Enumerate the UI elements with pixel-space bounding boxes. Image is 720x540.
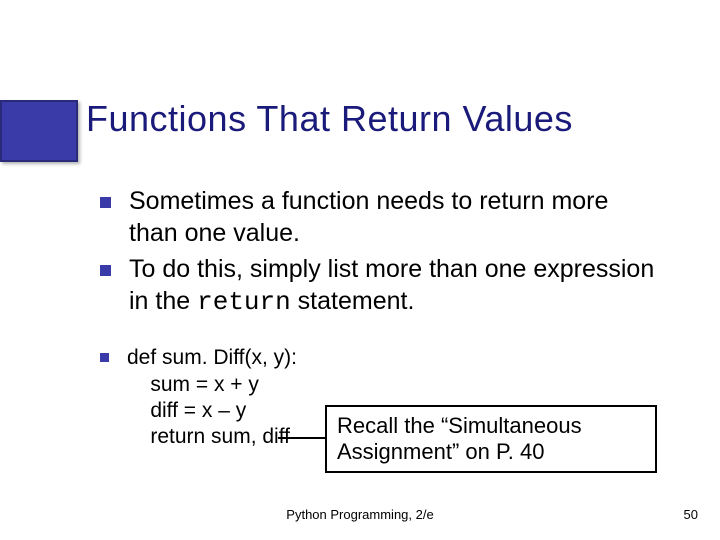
bullet-item: To do this, simply list more than one ex… — [100, 253, 660, 319]
code-block: def sum. Diff(x, y): sum = x + y diff = … — [127, 345, 297, 450]
square-bullet-icon — [100, 353, 109, 362]
square-bullet-icon — [100, 265, 111, 276]
title-accent-bar — [0, 100, 78, 162]
bullet-text: Sometimes a function needs to return mor… — [129, 185, 660, 249]
bullet-text: To do this, simply list more than one ex… — [129, 253, 660, 319]
page-number: 50 — [684, 507, 698, 522]
square-bullet-icon — [100, 197, 111, 208]
bullet-text-part: statement. — [291, 287, 415, 315]
footer-text: Python Programming, 2/e — [0, 507, 720, 522]
bullet-item: Sometimes a function needs to return mor… — [100, 185, 660, 249]
slide-title: Functions That Return Values — [86, 98, 573, 140]
callout-connector — [278, 437, 326, 439]
inline-code: return — [197, 287, 291, 317]
callout-box: Recall the “Simultaneous Assignment” on … — [325, 405, 657, 473]
